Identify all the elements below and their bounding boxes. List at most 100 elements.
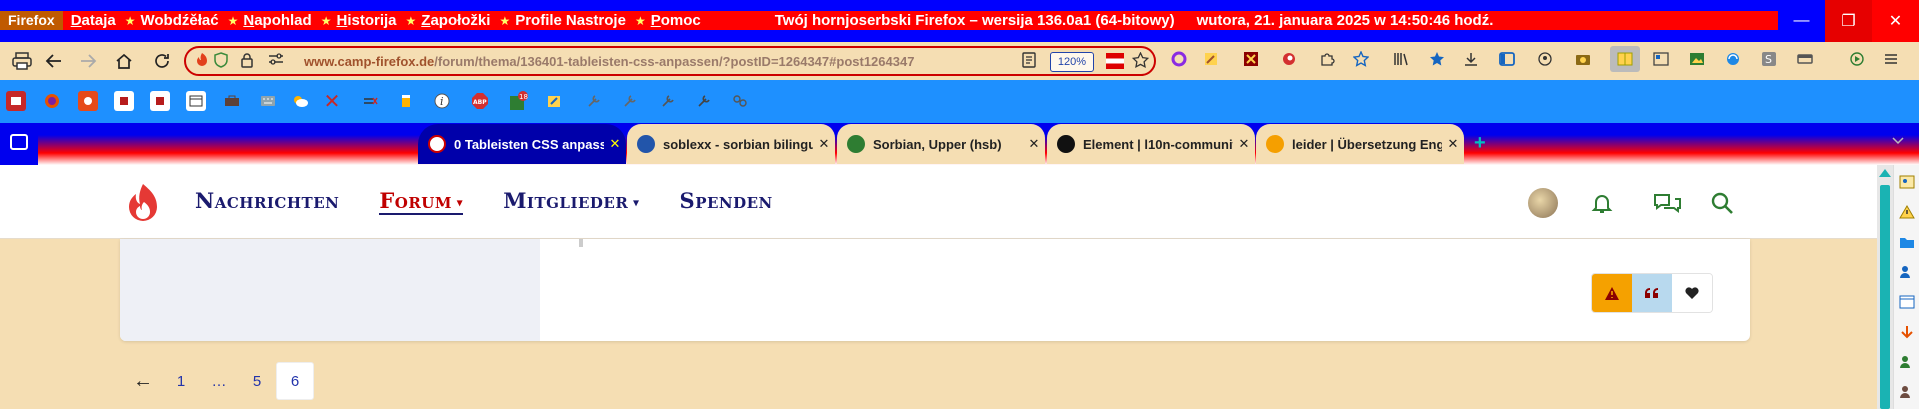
- restore-button[interactable]: ❐: [1825, 0, 1872, 42]
- adblock-icon[interactable]: ABP: [470, 91, 490, 111]
- bookmark-star-icon[interactable]: [1131, 51, 1150, 72]
- overflow-menu-icon[interactable]: [1880, 48, 1902, 70]
- user-search-icon[interactable]: [1898, 383, 1916, 401]
- tools-icon[interactable]: [584, 91, 604, 111]
- notification-icon[interactable]: 18: [508, 91, 528, 111]
- nav-link-mitglieder[interactable]: Mitglieder ▾: [503, 188, 639, 215]
- zoom-level-badge[interactable]: 120%: [1050, 52, 1094, 72]
- close-window-button[interactable]: ✕: [1872, 0, 1919, 42]
- edit-note-icon[interactable]: [544, 91, 564, 111]
- menu-item[interactable]: Pomoc: [651, 12, 701, 29]
- tab-2[interactable]: soblexx - sorbian bilingual l✕: [627, 124, 835, 164]
- menu-item[interactable]: Wobdźěłać: [141, 12, 219, 29]
- library-icon[interactable]: [1390, 48, 1412, 70]
- tab-sidebar-icon[interactable]: [10, 134, 28, 150]
- star-outline-icon[interactable]: [1350, 48, 1372, 70]
- menu-item[interactable]: Zapołožki: [421, 12, 490, 29]
- report-button[interactable]: [1592, 274, 1632, 312]
- menu-item[interactable]: Historija: [336, 12, 396, 29]
- sync-icon[interactable]: [1722, 48, 1744, 70]
- pagination-page[interactable]: 1: [162, 362, 200, 400]
- toolbox-icon[interactable]: [222, 91, 242, 111]
- image-icon[interactable]: [1686, 48, 1708, 70]
- download-arrow-icon[interactable]: [1898, 323, 1916, 341]
- account-icon[interactable]: [1534, 48, 1556, 70]
- user-settings-icon[interactable]: [1898, 263, 1916, 281]
- bookmark-icon[interactable]: [150, 91, 170, 111]
- search-icon[interactable]: [1710, 191, 1734, 215]
- user-add-icon[interactable]: [1898, 353, 1916, 371]
- downloads-icon[interactable]: [1460, 48, 1482, 70]
- wrench-icon[interactable]: [658, 91, 678, 111]
- puzzle-icon[interactable]: [1316, 48, 1338, 70]
- tab-list-chevron-icon[interactable]: [1892, 134, 1904, 148]
- info-icon[interactable]: i: [432, 91, 452, 111]
- menu-item[interactable]: Profile: [515, 12, 562, 29]
- ublock-icon[interactable]: [1278, 48, 1300, 70]
- tab-close-icon[interactable]: ✕: [1233, 136, 1255, 152]
- tab-5[interactable]: leider | Übersetzung Englisc✕: [1256, 124, 1464, 164]
- tab-manager-icon[interactable]: [1650, 48, 1672, 70]
- bookmark-icon[interactable]: [114, 91, 134, 111]
- keyboard-icon[interactable]: [258, 91, 278, 111]
- reader-view-icon[interactable]: [1022, 52, 1036, 72]
- bookmark-icon[interactable]: [6, 91, 26, 111]
- contact-card-icon[interactable]: [1898, 173, 1916, 191]
- home-icon[interactable]: [108, 46, 140, 76]
- wrench-icon[interactable]: [694, 91, 714, 111]
- back-arrow-icon[interactable]: [38, 46, 70, 76]
- tab-3[interactable]: Sorbian, Upper (hsb) ✕: [837, 124, 1045, 164]
- screenshot-icon[interactable]: [1572, 48, 1594, 70]
- tab-close-icon[interactable]: ✕: [813, 136, 835, 152]
- language-flag-icon[interactable]: [1106, 53, 1124, 69]
- reload-icon[interactable]: [146, 46, 178, 76]
- warning-icon[interactable]: [1898, 203, 1916, 221]
- link-icon[interactable]: [730, 91, 750, 111]
- new-tab-button[interactable]: +: [1474, 132, 1486, 155]
- folder-icon[interactable]: [1898, 233, 1916, 251]
- play-icon[interactable]: [1846, 48, 1868, 70]
- print-icon[interactable]: [6, 46, 38, 76]
- calendar-icon[interactable]: [186, 91, 206, 111]
- tab-close-icon[interactable]: ✕: [604, 136, 626, 152]
- menu-item[interactable]: Napohlad: [243, 12, 311, 29]
- wrench-icon[interactable]: [620, 91, 640, 111]
- reader-mode-icon[interactable]: [1610, 46, 1640, 72]
- bell-icon[interactable]: [1590, 191, 1614, 215]
- tab-4[interactable]: Element | l10n-community ✕: [1047, 124, 1255, 164]
- forward-arrow-icon[interactable]: [72, 46, 104, 76]
- site-logo-flame-icon[interactable]: [122, 182, 164, 226]
- quote-button[interactable]: [1632, 274, 1672, 312]
- s-extension-icon[interactable]: S: [1758, 48, 1780, 70]
- firefox-bookmark-icon[interactable]: [42, 91, 62, 111]
- pagination-prev-button[interactable]: ←: [124, 362, 162, 400]
- nav-link-nachrichten[interactable]: Nachrichten: [195, 188, 339, 215]
- calendar-add-icon[interactable]: [1898, 293, 1916, 311]
- tab-close-icon[interactable]: ✕: [1023, 136, 1045, 152]
- close-tabs-icon[interactable]: [1240, 48, 1262, 70]
- tab-close-icon[interactable]: ✕: [1442, 136, 1464, 152]
- weather-icon[interactable]: [290, 91, 310, 111]
- tab-1[interactable]: 0 Tableisten CSS anpassen✕: [418, 124, 626, 164]
- scroll-up-arrow-icon[interactable]: [1879, 169, 1891, 177]
- conversations-icon[interactable]: [1652, 191, 1682, 215]
- bookmark-icon[interactable]: [78, 91, 98, 111]
- extension-circle-icon[interactable]: [1168, 48, 1190, 70]
- tracking-shield-icon[interactable]: [214, 52, 228, 72]
- minimize-button[interactable]: —: [1778, 0, 1825, 42]
- pagination-page[interactable]: 6: [276, 362, 314, 400]
- vertical-scrollbar[interactable]: [1877, 165, 1893, 409]
- url-text[interactable]: www.camp-firefox.de/forum/thema/136401-t…: [304, 54, 914, 69]
- container-icon[interactable]: [1794, 48, 1816, 70]
- bookmarks-star-icon[interactable]: [1426, 48, 1448, 70]
- lock-icon[interactable]: [240, 52, 254, 72]
- menu-item[interactable]: Dataja: [71, 12, 116, 29]
- avatar[interactable]: [1528, 188, 1558, 218]
- pagination-page[interactable]: 5: [238, 362, 276, 400]
- pencil-note-icon[interactable]: [1200, 48, 1222, 70]
- sidebar-toggle-icon[interactable]: [1496, 48, 1518, 70]
- nav-link-forum[interactable]: Forum ▾: [379, 188, 464, 215]
- url-bar[interactable]: www.camp-firefox.de/forum/thema/136401-t…: [184, 46, 1156, 76]
- nav-link-spenden[interactable]: Spenden: [680, 188, 773, 215]
- menu-item[interactable]: Nastroje: [566, 12, 626, 29]
